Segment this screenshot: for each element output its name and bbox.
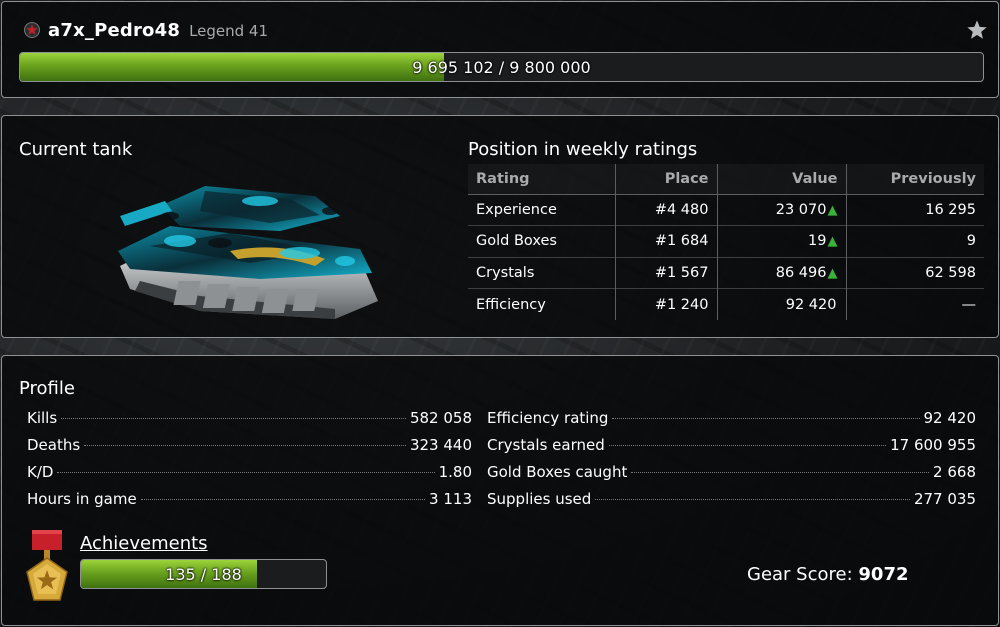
table-row: Gold Boxes #1 684 19▲ 9 [468, 225, 984, 257]
stat-value: 582 058 [409, 409, 472, 427]
rating-value: 19 [808, 233, 827, 250]
stat-value: 3 113 [429, 490, 472, 508]
achievements-progress-bar: 135 / 188 [80, 559, 327, 589]
stat-label: Deaths [27, 436, 81, 454]
tank-and-ratings-panel: Current tank Position in weekly ratings … [1, 115, 999, 338]
dot-leader [61, 418, 406, 419]
rating-value: 86 496 [775, 264, 827, 281]
stat-label: Supplies used [487, 490, 592, 508]
stat-label: Hours in game [27, 490, 137, 508]
column-header-place: Place [614, 164, 717, 195]
dot-leader [57, 472, 435, 473]
user-row: a7x_Pedro48 Legend 41 [24, 20, 268, 41]
rating-value-cell: 19▲ [716, 225, 846, 257]
table-header-row: Rating Place Value Previously [468, 164, 984, 195]
weekly-ratings-table: Rating Place Value Previously Experience… [468, 164, 984, 320]
player-header: a7x_Pedro48 Legend 41 9 695 102 / 9 800 … [1, 1, 999, 98]
stat-label: Kills [27, 409, 58, 427]
table-row: Crystals #1 567 86 496▲ 62 598 [468, 256, 984, 289]
stat-row-crystals: Crystals earned 17 600 955 [487, 436, 976, 463]
stat-row-gold-boxes: Gold Boxes caught 2 668 [487, 463, 976, 490]
stat-value: 17 600 955 [890, 436, 976, 454]
dot-leader [84, 445, 406, 446]
achievements-link[interactable]: Achievements [80, 533, 208, 554]
profile-stats-left: Kills 582 058 Deaths 323 440 K/D 1.80 Ho… [27, 409, 472, 517]
profile-panel: Profile Kills 582 058 Deaths 323 440 K/D… [1, 355, 999, 626]
rating-value-cell: 86 496▲ [716, 256, 846, 289]
rank-label: Legend 41 [189, 22, 269, 40]
experience-progress-bar: 9 695 102 / 9 800 000 [19, 52, 984, 82]
rating-previous: 9 [845, 225, 984, 257]
stat-value: 2 668 [933, 463, 976, 481]
rating-place: #1 240 [614, 288, 717, 320]
rating-name: Crystals [468, 256, 615, 289]
stat-label: Gold Boxes caught [487, 463, 628, 481]
stat-value: 277 035 [913, 490, 976, 508]
rating-value-cell: 92 420 [716, 288, 846, 320]
rating-value: 92 420 [785, 296, 837, 313]
gear-score: Gear Score: 9072 [747, 564, 909, 585]
rating-previous: 62 598 [845, 256, 984, 289]
table-row: Efficiency #1 240 92 420 — [468, 288, 984, 320]
current-tank-title: Current tank [19, 139, 133, 160]
stat-row-hours: Hours in game 3 113 [27, 490, 472, 517]
rating-value: 23 070 [775, 201, 827, 218]
stat-value: 1.80 [438, 463, 472, 481]
stat-row-deaths: Deaths 323 440 [27, 436, 472, 463]
rating-name: Experience [476, 201, 557, 218]
rating-name: Efficiency [468, 288, 615, 320]
trend-up-icon: ▲ [827, 202, 838, 218]
rating-previous: 16 295 [845, 194, 984, 226]
stat-row-supplies: Supplies used 277 035 [487, 490, 976, 517]
stat-value: 92 420 [923, 409, 977, 427]
dot-leader [595, 499, 910, 500]
experience-progress-text: 9 695 102 / 9 800 000 [412, 57, 591, 77]
profile-title: Profile [19, 378, 75, 399]
username: a7x_Pedro48 [48, 20, 181, 41]
stat-label: Crystals earned [487, 436, 605, 454]
rating-place: #1 684 [614, 225, 717, 257]
tank-icon [118, 186, 378, 319]
medal-icon [26, 530, 68, 601]
stat-label: Efficiency rating [487, 409, 609, 427]
stat-value: 323 440 [409, 436, 472, 454]
column-header-rating: Rating [468, 164, 615, 195]
trend-up-icon: ▲ [827, 265, 838, 281]
dot-leader [631, 472, 930, 473]
rating-place: #1 567 [614, 256, 717, 289]
rating-previous: — [845, 288, 984, 320]
profile-stats-right: Efficiency rating 92 420 Crystals earned… [487, 409, 976, 517]
dot-leader [612, 418, 920, 419]
stat-row-efficiency: Efficiency rating 92 420 [487, 409, 976, 436]
dot-leader [608, 445, 887, 446]
achievements-progress-text: 135 / 188 [165, 564, 242, 584]
column-header-value: Value [716, 164, 846, 195]
stat-label: K/D [27, 463, 54, 481]
rating-name: Gold Boxes [468, 225, 615, 257]
rank-star-icon [24, 22, 40, 38]
table-row: Experience #4 480 23 070▲ 16 295 [468, 194, 984, 226]
rating-place: #4 480 [614, 194, 717, 226]
trend-up-icon: ▲ [827, 234, 838, 250]
column-header-previously: Previously [845, 164, 984, 195]
gear-score-value: 9072 [858, 564, 909, 585]
weekly-ratings-title: Position in weekly ratings [468, 139, 698, 160]
gear-score-label: Gear Score: [747, 564, 853, 585]
dot-leader [140, 499, 426, 500]
stat-row-kills: Kills 582 058 [27, 409, 472, 436]
stat-row-kd: K/D 1.80 [27, 463, 472, 490]
rating-value-cell: 23 070▲ [716, 194, 846, 226]
star-icon[interactable] [966, 19, 988, 41]
